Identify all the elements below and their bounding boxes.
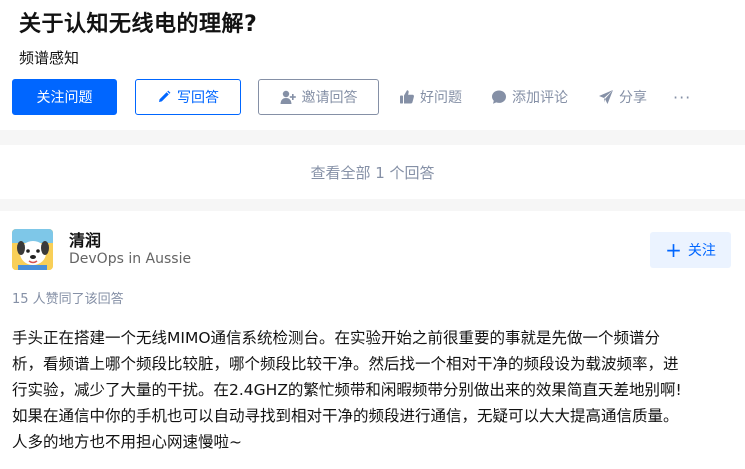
good-question-label: 好问题 — [420, 90, 462, 106]
add-comment-button[interactable]: 添加评论 — [491, 86, 568, 108]
answer-card: 清润 DevOps in Aussie + 关注 15 人赞同了该回答 手头正在… — [0, 211, 745, 469]
more-options-button[interactable]: ··· — [673, 86, 691, 108]
write-answer-label: 写回答 — [177, 90, 219, 106]
author-headline: DevOps in Aussie — [69, 251, 192, 267]
more-options-icon: ··· — [673, 87, 692, 107]
cartoon-dog-avatar-icon — [12, 229, 53, 270]
follow-question-button[interactable]: 关注问题 — [12, 79, 117, 115]
plus-icon: + — [665, 238, 682, 262]
invite-answer-label: 邀请回答 — [301, 90, 358, 106]
question-topic[interactable]: 频谱感知 — [19, 47, 79, 68]
follow-question-label: 关注问题 — [36, 90, 93, 106]
answer-line: 析，看频谱上哪个频段比较脏，哪个频段比较干净。然后找一个相对干净的频段设为载波频… — [12, 355, 679, 373]
answer-content: 手头正在搭建一个无线MIMO通信系统检测台。在实验开始之前很重要的事就是先做一个… — [12, 325, 724, 455]
answer-line: 手头正在搭建一个无线MIMO通信系统检测台。在实验开始之前很重要的事就是先做一个… — [12, 329, 661, 347]
view-all-answers-bar: 查看全部 1 个回答 — [0, 145, 745, 199]
invite-answer-button[interactable]: 邀请回答 — [258, 79, 379, 115]
paper-plane-icon — [599, 90, 613, 104]
question-header: 关于认知无线电的理解? 频谱感知 关注问题 写回答 邀请回答 好问题 添加评论 — [0, 0, 745, 130]
good-question-button[interactable]: 好问题 — [399, 86, 462, 108]
add-comment-label: 添加评论 — [512, 90, 568, 106]
author-avatar[interactable] — [12, 229, 53, 270]
add-user-icon — [280, 90, 296, 104]
follow-author-label: 关注 — [687, 243, 716, 259]
share-label: 分享 — [619, 90, 647, 106]
pencil-icon — [159, 90, 171, 102]
vote-count: 15 人赞同了该回答 — [12, 292, 124, 307]
answer-line: 如果在通信中你的手机也可以自动寻找到相对干净的频段进行通信，无疑可以大大提高通信… — [12, 407, 679, 425]
comment-icon — [492, 90, 506, 104]
answer-line: 人多的地方也不用担心网速慢啦~ — [12, 433, 242, 451]
thumbs-up-icon — [400, 90, 414, 104]
question-title[interactable]: 关于认知无线电的理解? — [19, 6, 257, 38]
author-name[interactable]: 清润 — [69, 227, 101, 251]
write-answer-button[interactable]: 写回答 — [135, 79, 241, 115]
answer-line: 行实验，减少了大量的干扰。在2.4GHZ的繁忙频带和闲暇频带分别做出来的效果简直… — [12, 381, 682, 399]
view-all-answers-link[interactable]: 查看全部 1 个回答 — [310, 162, 434, 183]
share-button[interactable]: 分享 — [598, 86, 647, 108]
follow-author-button[interactable]: + 关注 — [650, 232, 731, 268]
